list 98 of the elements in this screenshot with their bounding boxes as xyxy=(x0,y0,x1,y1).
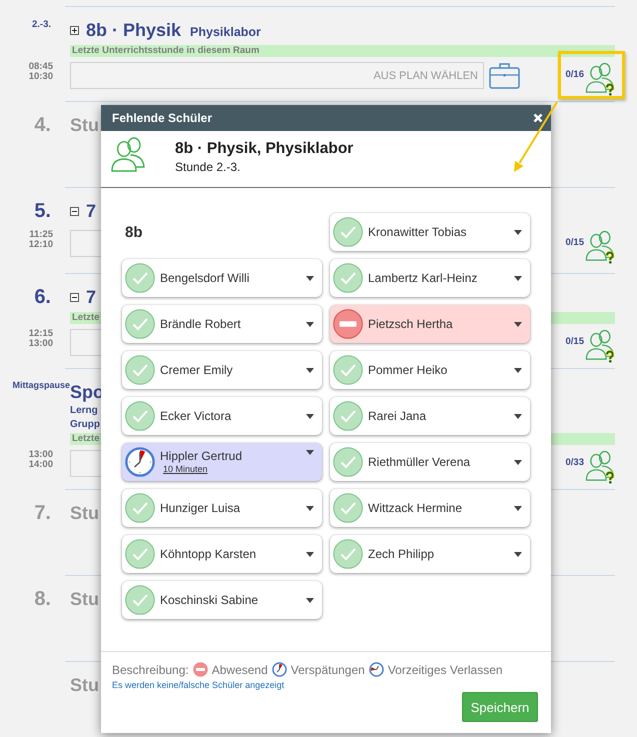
check-circle-icon xyxy=(125,539,155,569)
time-label: 12:15 xyxy=(28,329,53,339)
collapse-icon[interactable] xyxy=(70,206,79,216)
student-dropdown[interactable]: Brändle Robert xyxy=(122,305,322,343)
caret-icon xyxy=(514,322,522,326)
time-label: 12:10 xyxy=(28,240,53,250)
caret-icon xyxy=(514,414,522,418)
check-circle-icon xyxy=(333,493,363,523)
check-circle-icon xyxy=(333,447,363,477)
class-label: 8b xyxy=(125,224,143,240)
briefcase-icon[interactable] xyxy=(489,62,520,89)
student-dropdown[interactable]: Lambertz Karl-Heinz xyxy=(330,259,530,297)
caret-icon xyxy=(306,322,314,326)
check-circle-icon xyxy=(333,217,363,247)
lesson-title: 7 xyxy=(86,286,96,308)
student-dropdown[interactable]: Pietzsch Hertha xyxy=(330,305,530,343)
period-label: 4. xyxy=(33,114,51,136)
check-circle-icon xyxy=(125,355,155,385)
check-circle-icon xyxy=(333,263,363,293)
student-dropdown[interactable]: Rarei Jana xyxy=(330,397,530,435)
caret-icon xyxy=(514,460,522,464)
check-circle-icon xyxy=(333,355,363,385)
check-circle-icon xyxy=(125,585,155,615)
lesson-heading: 8b · Physik, Physiklabor xyxy=(175,139,354,158)
student-dropdown[interactable]: Ecker Victora xyxy=(122,397,322,435)
lesson-title: Stu xyxy=(70,674,99,696)
time-label: 13:00 xyxy=(28,450,53,460)
clock-icon xyxy=(125,447,155,477)
caret-icon xyxy=(514,552,522,556)
expand-icon[interactable] xyxy=(70,26,79,34)
student-dropdown[interactable]: Hunziger Luisa xyxy=(122,489,322,527)
lesson-title: Stu xyxy=(70,114,99,136)
minus-circle-icon xyxy=(192,662,208,677)
caret-icon xyxy=(306,598,314,602)
time-label: 10:30 xyxy=(28,72,53,82)
close-icon[interactable] xyxy=(533,113,543,123)
group-question-icon[interactable] xyxy=(585,230,615,264)
legend-text: Abwesend xyxy=(212,662,268,676)
attendance-count: 0/16 xyxy=(566,69,584,80)
period-label: 7. xyxy=(33,502,51,524)
lesson-title: 7 xyxy=(86,200,96,222)
period-label: 2.-3. xyxy=(30,19,51,30)
time-label: 08:45 xyxy=(28,62,53,72)
period-label: 5. xyxy=(33,200,51,222)
time-label: 14:00 xyxy=(28,460,53,470)
legend-text: Verspätungen xyxy=(290,662,365,676)
student-dropdown[interactable]: Riethmüller Verena xyxy=(330,443,530,481)
minus-circle-icon xyxy=(333,309,363,339)
attendance-count: 0/15 xyxy=(566,237,584,248)
attendance-count: 0/33 xyxy=(566,457,584,468)
caret-icon xyxy=(306,552,314,556)
student-dropdown[interactable]: Koschinski Sabine xyxy=(122,581,322,619)
report-link[interactable]: Es werden keine/falsche Schüler angezeigt xyxy=(112,679,284,691)
lesson-period: Stunde 2.-3. xyxy=(175,160,242,175)
student-dropdown[interactable]: Zech Philipp xyxy=(330,535,530,573)
collapse-icon[interactable] xyxy=(70,292,79,302)
check-circle-icon xyxy=(333,539,363,569)
check-circle-icon xyxy=(125,401,155,431)
period-label: 8. xyxy=(33,588,51,610)
student-dropdown[interactable]: Bengelsdorf Willi xyxy=(122,259,322,297)
student-dropdown[interactable]: Wittzack Hermine xyxy=(330,489,530,527)
student-dropdown[interactable]: Pommer Heiko xyxy=(330,351,530,389)
group-question-icon[interactable] xyxy=(585,329,615,363)
caret-icon xyxy=(514,506,522,510)
student-dropdown[interactable]: Kronawitter Tobias xyxy=(330,213,530,251)
check-circle-icon xyxy=(125,263,155,293)
caret-icon xyxy=(306,450,314,455)
room-label: Physiklabor xyxy=(190,25,261,39)
caret-icon xyxy=(514,230,522,234)
legend-text: Vorzeitiges Verlassen xyxy=(388,662,503,676)
attendance-count: 0/15 xyxy=(566,336,584,347)
delay-link[interactable]: 10 Minuten xyxy=(163,464,208,475)
lesson-info: Lerng xyxy=(70,404,98,418)
caret-icon xyxy=(306,506,314,510)
time-label: 11:25 xyxy=(28,230,53,240)
group-question-icon[interactable] xyxy=(585,62,615,96)
lesson-title: 8b · Physik xyxy=(86,19,182,41)
dialog-title: Fehlende Schüler xyxy=(112,111,212,125)
check-circle-icon xyxy=(125,493,155,523)
student-dropdown[interactable]: Hippler Gertrud 10 Minuten xyxy=(122,443,322,481)
group-question-icon[interactable] xyxy=(585,450,615,484)
lesson-title: Stu xyxy=(70,588,99,610)
group-icon xyxy=(111,137,145,172)
clock-icon xyxy=(368,662,384,677)
notice-bar: Letzte Unterrichtsstunde in diesem Raum xyxy=(70,45,615,57)
input-field[interactable]: AUS PLAN WÄHLEN xyxy=(70,62,484,89)
legend-title: Beschreibung: xyxy=(112,662,189,676)
clock-icon xyxy=(272,662,287,677)
time-label: 13:00 xyxy=(28,339,53,349)
period-label: 6. xyxy=(33,286,51,308)
lesson-info: Grupp xyxy=(70,418,100,432)
student-dropdown[interactable]: Köhntopp Karsten xyxy=(122,535,322,573)
check-circle-icon xyxy=(333,401,363,431)
student-dropdown[interactable]: Cremer Emily xyxy=(122,351,322,389)
check-circle-icon xyxy=(125,309,155,339)
lesson-title: Stu xyxy=(70,502,99,524)
caret-icon xyxy=(306,414,314,418)
break-label: Mittagspause xyxy=(11,380,70,391)
